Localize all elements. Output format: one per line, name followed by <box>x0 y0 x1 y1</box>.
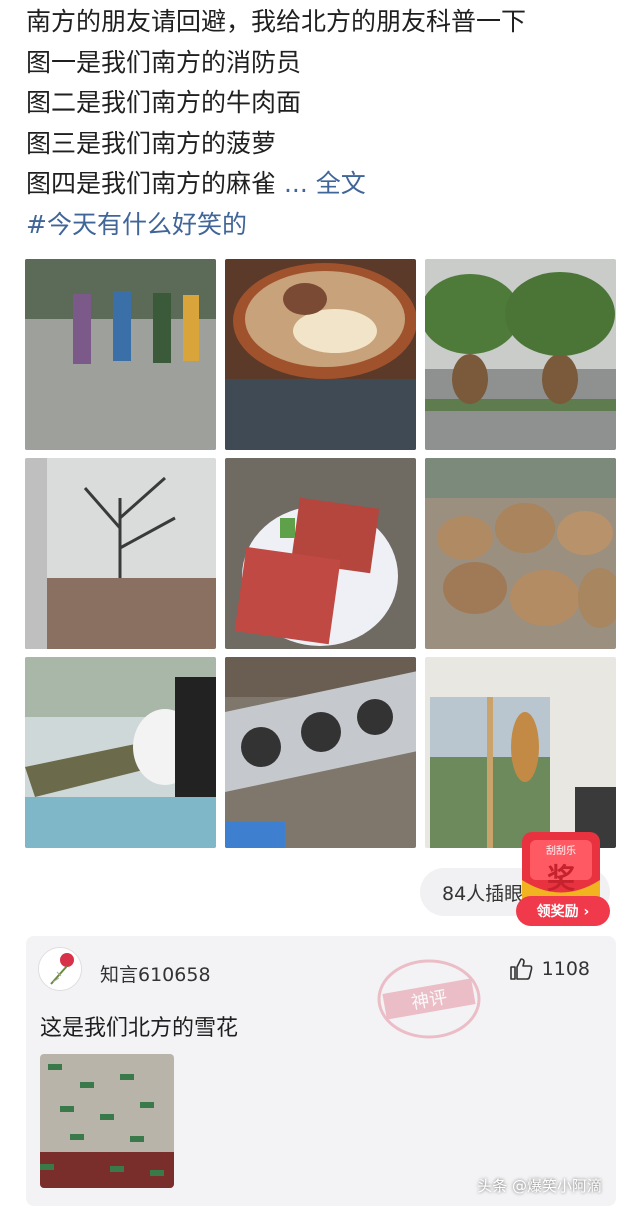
post-line-5-text: 图四是我们南方的麻雀 <box>26 169 277 199</box>
reward-badge-char: 奖 <box>547 862 575 895</box>
image-rooftop-fans <box>225 657 416 848</box>
image-tile-1[interactable] <box>25 259 216 450</box>
flower-avatar-icon <box>39 948 81 990</box>
image-costumed-figures <box>25 259 216 450</box>
image-beef-noodles <box>225 259 416 450</box>
image-grid <box>25 259 616 849</box>
image-red-blocks <box>225 458 416 649</box>
image-tile-9[interactable] <box>425 657 616 848</box>
post-line-5: 图四是我们南方的麻雀 ... 全文 <box>26 164 616 205</box>
claim-reward-button[interactable]: 领奖励 › <box>516 896 610 926</box>
image-tile-3[interactable] <box>425 259 616 450</box>
reward-badge-top: 刮刮乐 <box>546 844 576 857</box>
image-tile-8[interactable] <box>225 657 416 848</box>
image-tile-6[interactable] <box>425 458 616 649</box>
hashtag-link[interactable]: #今天有什么好笑的 <box>26 205 616 245</box>
expand-full-text-link[interactable]: 全文 <box>316 169 366 198</box>
post-line-3: 图二是我们南方的牛肉面 <box>26 88 302 118</box>
image-tile-7[interactable] <box>25 657 216 848</box>
image-rock-pile <box>425 458 616 649</box>
image-crocodile-lace <box>25 657 216 848</box>
post-line-2: 图一是我们南方的消防员 <box>26 47 302 77</box>
thumbs-up-icon <box>509 958 533 980</box>
watermark: 头条 @爆笑小阿滴 <box>477 1177 602 1195</box>
image-tile-4[interactable] <box>25 458 216 649</box>
top-comment-stamp: 神评 <box>377 959 481 1039</box>
image-bare-tree <box>25 458 216 649</box>
post-body: 南方的朋友请回避，我给北方的朋友科普一下 图一是我们南方的消防员 图二是我们南方… <box>26 2 616 245</box>
image-tile-2[interactable] <box>225 259 416 450</box>
avatar[interactable] <box>38 947 82 991</box>
image-cat-door <box>425 657 616 848</box>
image-floor-bottles <box>40 1054 174 1188</box>
post-line-4: 图三是我们南方的菠萝 <box>26 128 277 158</box>
like-count: 1108 <box>541 958 590 980</box>
image-palm-trees <box>425 259 616 450</box>
comment-image[interactable] <box>40 1054 174 1188</box>
top-comment-card: 知言610658 神评 1108 这是我们北方的雪花 头条 @爆笑小阿滴 <box>26 936 616 1206</box>
image-tile-5[interactable] <box>225 458 416 649</box>
like-control[interactable]: 1108 <box>508 956 590 982</box>
post-line-1: 南方的朋友请回避，我给北方的朋友科普一下 <box>26 7 527 36</box>
post-ellipsis: ... <box>276 169 308 199</box>
comment-username[interactable]: 知言610658 <box>100 960 211 987</box>
comment-text: 这是我们北方的雪花 <box>40 1016 239 1041</box>
